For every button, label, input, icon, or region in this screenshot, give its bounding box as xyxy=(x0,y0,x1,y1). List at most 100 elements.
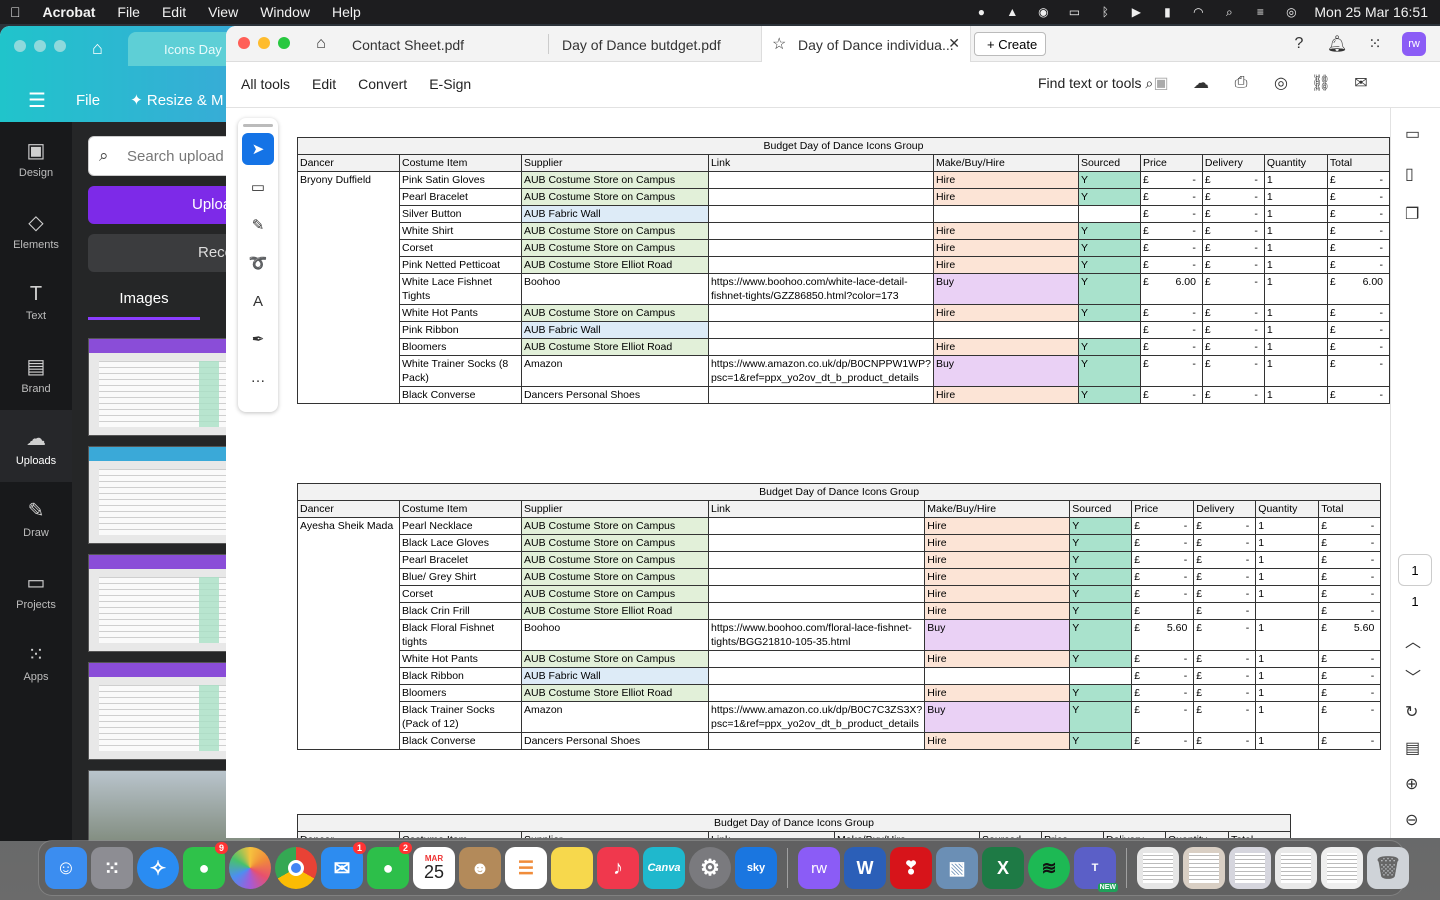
dock-reminders-icon[interactable]: ☰ xyxy=(505,847,547,889)
canva-tab[interactable]: Icons Day xyxy=(128,32,238,66)
bookmark-icon[interactable]: ▯ xyxy=(1405,164,1414,184)
print-icon[interactable]: ⎙ xyxy=(1230,72,1252,94)
pages-icon[interactable]: ❐ xyxy=(1405,204,1419,224)
dock-sky-go-icon[interactable]: sky xyxy=(735,847,777,889)
lasso-draw-icon[interactable]: ➰ xyxy=(242,247,274,279)
dock-rw-app-icon[interactable]: rw xyxy=(798,847,840,889)
siri-icon[interactable]: ◎ xyxy=(1283,4,1299,20)
create-button[interactable]: + Create xyxy=(974,32,1046,56)
text-box-icon[interactable]: A xyxy=(242,285,274,317)
images-tab[interactable]: Images xyxy=(88,290,200,320)
dock-messages-icon[interactable]: ● 9 xyxy=(183,842,228,889)
sidebar-item-projects[interactable]: ▭ Projects xyxy=(0,554,72,626)
app-menu[interactable]: Acrobat xyxy=(43,4,96,20)
mail-icon[interactable]: ✉ xyxy=(1350,72,1372,94)
canva-file-menu[interactable]: File xyxy=(76,92,100,109)
chevron-down-icon[interactable]: ﹀ xyxy=(1405,664,1421,688)
dock-doc-stack-4-icon[interactable] xyxy=(1275,847,1317,889)
tab-day-of-dance-individual[interactable]: ☆ Day of Dance individua... ✕ xyxy=(761,26,971,62)
tab-day-of-dance-budget[interactable]: Day of Dance butdget.pdf xyxy=(562,26,762,62)
dock-launchpad-icon[interactable]: ⁙ xyxy=(91,847,133,889)
tab-contact-sheet[interactable]: Contact Sheet.pdf xyxy=(352,26,542,62)
edit-menu[interactable]: Edit xyxy=(312,76,336,92)
dock-chrome-icon[interactable] xyxy=(275,847,317,889)
battery-icon[interactable]: ▮ xyxy=(1159,4,1175,20)
zoom-out-icon[interactable]: ⊖ xyxy=(1405,810,1418,830)
close-tab-icon[interactable]: ✕ xyxy=(948,35,960,52)
zoom-dot[interactable] xyxy=(54,40,66,52)
dock-doc-stack-5-icon[interactable] xyxy=(1321,847,1363,889)
menu-edit[interactable]: Edit xyxy=(162,4,186,20)
dock-music-icon[interactable]: ♪ xyxy=(597,847,639,889)
dock-mail-icon[interactable]: ✉ 1 xyxy=(321,842,366,889)
chevron-up-icon[interactable]: ︿ xyxy=(1405,628,1421,652)
grammarly-icon[interactable]: ● xyxy=(973,4,989,20)
save-icon[interactable]: ▣ xyxy=(1150,72,1172,94)
play-icon[interactable]: ▶ xyxy=(1128,4,1144,20)
current-page-field[interactable]: 1 xyxy=(1398,554,1432,586)
avatar[interactable]: rw xyxy=(1402,32,1426,56)
apple-menu-icon[interactable]:  xyxy=(10,4,21,20)
sign-pen-icon[interactable]: ✒ xyxy=(242,323,274,355)
dock-acrobat-icon[interactable]: ❣ xyxy=(890,847,932,889)
dock-safari-icon[interactable]: ✧ xyxy=(137,847,179,889)
dock-system-settings-icon[interactable]: ⚙ xyxy=(689,847,731,889)
page-info-icon[interactable]: ▤ xyxy=(1405,738,1420,758)
dock-calendar-icon[interactable]: MAR 25 xyxy=(413,847,455,889)
minimize-dot[interactable] xyxy=(34,40,46,52)
dock-finder-icon[interactable]: ☺ xyxy=(45,847,87,889)
rotate-icon[interactable]: ↻ xyxy=(1405,702,1418,722)
dock-facetime-icon[interactable]: ● 2 xyxy=(367,842,412,889)
zoom-window-button[interactable] xyxy=(278,37,290,49)
creative-cloud-icon[interactable]: ◉ xyxy=(1035,4,1051,20)
dock-word-icon[interactable]: W xyxy=(844,847,886,889)
clock[interactable]: Mon 25 Mar 16:51 xyxy=(1314,4,1428,20)
minimize-window-button[interactable] xyxy=(258,37,270,49)
dock-preview-icon[interactable]: ▧ xyxy=(936,847,978,889)
resize-button[interactable]: Resize & M xyxy=(147,92,224,109)
close-dot[interactable] xyxy=(14,40,26,52)
home-icon[interactable]: ⌂ xyxy=(92,38,103,59)
display-icon[interactable]: ▭ xyxy=(1066,4,1082,20)
all-tools-menu[interactable]: All tools xyxy=(241,76,290,92)
select-tool-icon[interactable]: ➤ xyxy=(242,133,274,165)
dock-trash-icon[interactable]: 🗑︎ xyxy=(1367,847,1409,889)
hamburger-icon[interactable]: ☰ xyxy=(28,88,46,113)
menu-view[interactable]: View xyxy=(208,4,238,20)
find-tools-search[interactable]: Find text or tools ⌕ xyxy=(1038,75,1153,92)
sidebar-item-elements[interactable]: ◇ Elements xyxy=(0,194,72,266)
dock-excel-icon[interactable]: X xyxy=(982,847,1024,889)
home-icon[interactable]: ⌂ xyxy=(310,33,332,55)
sidebar-item-uploads[interactable]: ☁ Uploads xyxy=(0,410,72,482)
dock-spotify-icon[interactable]: ≋ xyxy=(1028,847,1070,889)
sidebar-item-design[interactable]: ▣ Design xyxy=(0,122,72,194)
help-icon[interactable]: ? xyxy=(1288,33,1310,55)
convert-menu[interactable]: Convert xyxy=(358,76,407,92)
spotlight-icon[interactable]: ⌕ xyxy=(1221,4,1237,20)
dock-notes-icon[interactable] xyxy=(551,847,593,889)
menu-file[interactable]: File xyxy=(117,4,140,20)
highlight-pen-icon[interactable]: ✎ xyxy=(242,209,274,241)
sidebar-item-text[interactable]: T Text xyxy=(0,266,72,338)
apps-grid-icon[interactable]: ⁙ xyxy=(1364,33,1386,55)
dock-canva-icon[interactable]: Canva xyxy=(643,847,685,889)
dock-contacts-icon[interactable]: ☻ xyxy=(459,847,501,889)
dock-doc-stack-3-icon[interactable] xyxy=(1229,847,1271,889)
document-viewer[interactable]: ➤ ▭ ✎ ➰ A ✒ … Budget Day of Dance Icons … xyxy=(226,108,1390,838)
sidebar-item-apps[interactable]: ⁙ Apps xyxy=(0,626,72,698)
star-icon[interactable]: ☆ xyxy=(772,34,786,54)
menu-window[interactable]: Window xyxy=(260,4,310,20)
vpn-icon[interactable]: ▲ xyxy=(1004,4,1020,20)
sidebar-item-draw[interactable]: ✎ Draw xyxy=(0,482,72,554)
dock-teams-icon[interactable]: T NEW xyxy=(1074,847,1118,892)
upload-cloud-icon[interactable]: ☁ xyxy=(1190,72,1212,94)
control-center-icon[interactable]: ≡ xyxy=(1252,4,1268,20)
menu-help[interactable]: Help xyxy=(332,4,361,20)
dock-photos-icon[interactable] xyxy=(229,847,271,889)
add-comment-icon[interactable]: ▭ xyxy=(242,171,274,203)
bluetooth-icon[interactable]: ᛒ xyxy=(1097,4,1113,20)
share-icon[interactable]: ◎ xyxy=(1270,72,1292,94)
more-tools-icon[interactable]: … xyxy=(242,361,274,393)
close-window-button[interactable] xyxy=(238,37,250,49)
bell-icon[interactable]: 🔔︎ xyxy=(1326,33,1348,55)
